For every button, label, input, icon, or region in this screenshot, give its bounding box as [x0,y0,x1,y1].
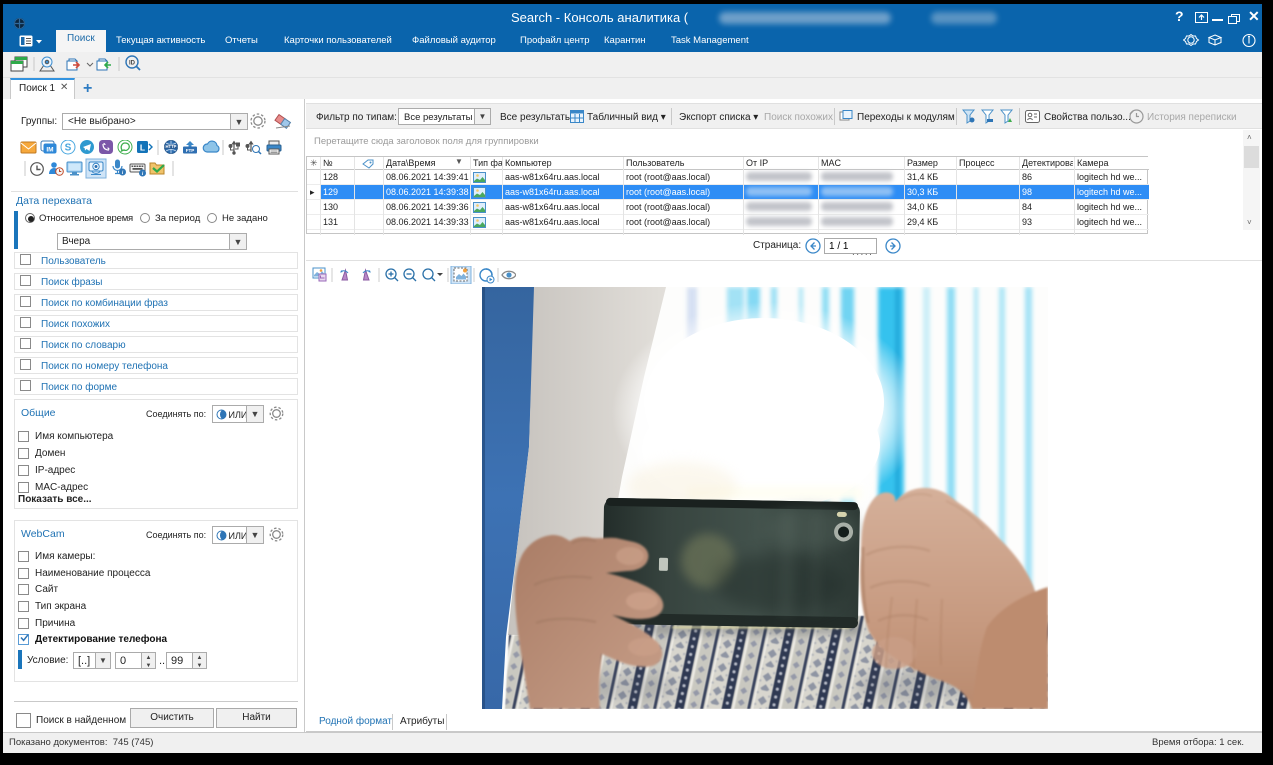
svg-text:ID: ID [129,61,136,67]
svg-text:L: L [140,143,145,153]
svg-text:IM: IM [46,147,53,154]
svg-text:HTTP: HTTP [166,144,177,149]
svg-text:FTP: FTP [186,148,195,153]
svg-text:S: S [65,143,72,154]
